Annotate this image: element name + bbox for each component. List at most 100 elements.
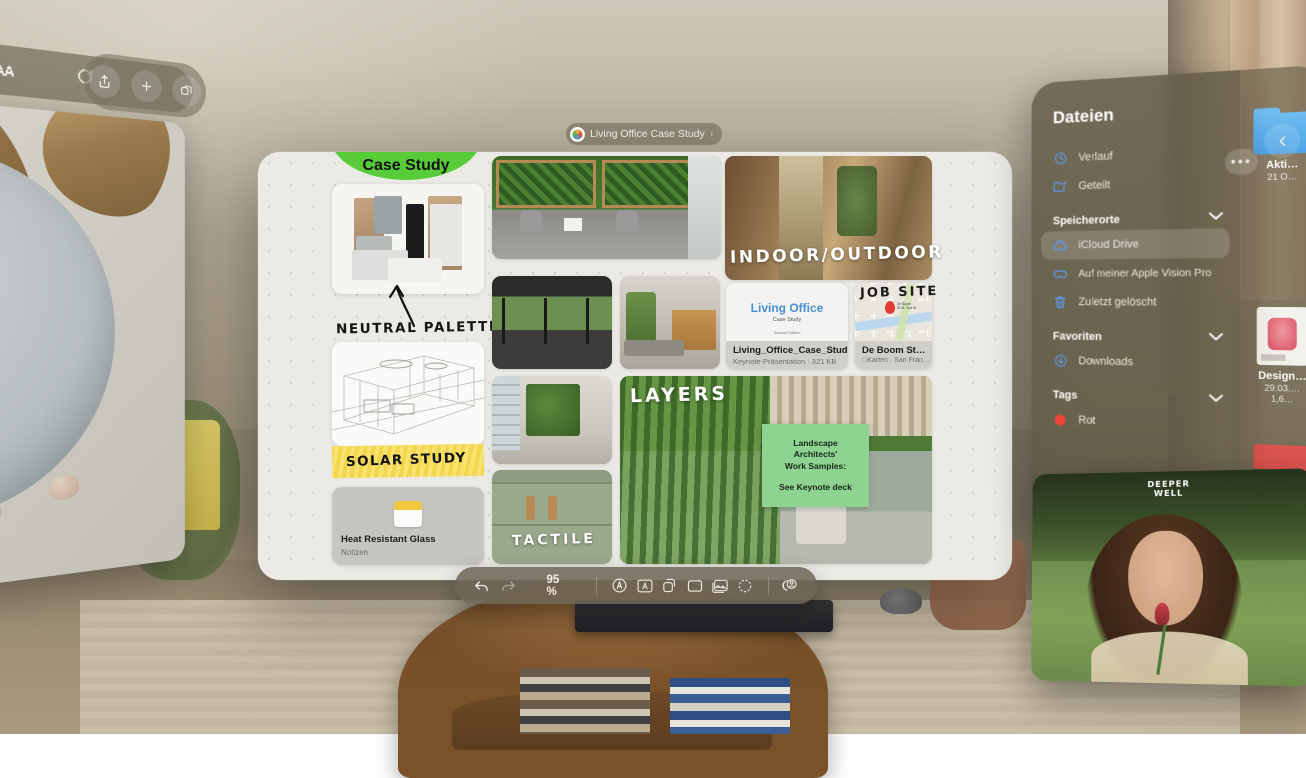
section-title: Speicherorte bbox=[1053, 214, 1120, 228]
collaborate-icon[interactable] bbox=[779, 577, 801, 594]
sidebar-item-downloads[interactable]: Downloads bbox=[1041, 346, 1229, 379]
sidebar-item-label: Verlauf bbox=[1078, 150, 1112, 164]
document-title: Living Office Case Study bbox=[590, 128, 705, 140]
tv-soundbar bbox=[575, 600, 833, 632]
photo-glass-pavilion[interactable] bbox=[492, 276, 612, 369]
zoom-level-label[interactable]: 95 % bbox=[547, 574, 566, 598]
swatch-grey bbox=[374, 196, 402, 234]
photo-green-wall-office[interactable] bbox=[492, 376, 612, 464]
sidebar-item-zuletzt-geloescht[interactable]: Zuletzt gelöscht bbox=[1041, 288, 1229, 318]
chevron-down-icon[interactable] bbox=[1209, 211, 1223, 224]
section-header-speicherorte[interactable]: Speicherorte bbox=[1053, 211, 1223, 227]
more-options-icon[interactable]: ••• bbox=[1225, 148, 1258, 175]
decorative-pebble bbox=[0, 501, 1, 527]
sidebar-item-label: Zuletzt gelöscht bbox=[1078, 296, 1156, 309]
chevron-down-icon[interactable] bbox=[1209, 393, 1223, 406]
chevron-right-icon[interactable]: › bbox=[710, 128, 714, 140]
speaker-puck bbox=[880, 588, 922, 614]
sidebar-item-tag-rot[interactable]: Rot bbox=[1041, 405, 1229, 441]
insert-icon[interactable] bbox=[733, 578, 758, 594]
case-study-blob[interactable]: Case Study bbox=[330, 152, 482, 180]
map-pin-icon bbox=[885, 301, 895, 314]
media-icon[interactable] bbox=[708, 577, 733, 594]
file-tile-meta-2: 1,6… bbox=[1249, 392, 1306, 405]
sidebar-item-label: iCloud Drive bbox=[1078, 238, 1138, 251]
safari-action-buttons bbox=[83, 51, 205, 120]
notes-card-app: Notizen bbox=[341, 548, 368, 557]
chevron-down-icon[interactable] bbox=[1209, 332, 1223, 345]
decorative-pebble bbox=[49, 474, 79, 501]
clock-icon bbox=[1053, 151, 1068, 167]
map-pin-label: De Boom St St, 2nd St bbox=[897, 302, 916, 310]
undo-icon[interactable] bbox=[471, 577, 492, 594]
photo-green-wall-lounge[interactable] bbox=[492, 156, 721, 259]
trash-icon bbox=[1053, 295, 1068, 310]
text-box-icon[interactable] bbox=[682, 578, 707, 594]
sticky-line-1: Landscape bbox=[793, 438, 837, 449]
share-icon[interactable] bbox=[89, 63, 120, 99]
keynote-file-card[interactable]: Living Office Case Study Second Edition … bbox=[726, 283, 848, 369]
neutral-palette-label: NEUTRAL PALETTE bbox=[336, 319, 500, 338]
files-window-title: Dateien bbox=[1053, 98, 1240, 129]
sidebar-item-vision-pro[interactable]: Auf meiner Apple Vision Pro bbox=[1041, 258, 1229, 288]
keynote-file-meta: Keynote-Präsentation · 321 KB bbox=[733, 357, 836, 366]
photo-tactile-cabinetry[interactable] bbox=[492, 470, 612, 564]
rose-bloom bbox=[1155, 603, 1170, 626]
map-file-name: De Boom St… bbox=[862, 345, 925, 356]
keynote-preview-title: Living Office bbox=[751, 301, 824, 315]
sticky-line-2: Architects' bbox=[794, 449, 838, 460]
cloud-icon bbox=[1053, 238, 1068, 253]
material-palette-card[interactable] bbox=[332, 184, 484, 294]
safari-web-page: nics bbox=[0, 87, 185, 609]
map-file-meta: Karten · San Fran… bbox=[862, 357, 930, 364]
redo-icon[interactable] bbox=[498, 577, 519, 594]
freeform-title-bar[interactable]: Living Office Case Study › bbox=[566, 123, 722, 145]
sidebar-item-geteilt[interactable]: Geteilt bbox=[1041, 166, 1229, 201]
shared-folder-icon bbox=[1053, 179, 1068, 195]
sidebar-item-label: Downloads bbox=[1078, 355, 1133, 368]
freeform-toolbar: 95 % bbox=[455, 567, 817, 604]
sidebar-item-label: Rot bbox=[1078, 414, 1095, 427]
media-player-window[interactable]: DEEPER WELL bbox=[1031, 468, 1306, 686]
job-site-label: JOB SITE bbox=[860, 284, 939, 301]
shapes-icon[interactable] bbox=[657, 577, 682, 594]
toolbar-separator-2 bbox=[768, 577, 769, 595]
tabs-icon[interactable] bbox=[172, 73, 201, 107]
section-title: Tags bbox=[1053, 389, 1077, 402]
swatch-white bbox=[430, 204, 462, 266]
toolbar-separator bbox=[596, 577, 597, 595]
swatch-marble bbox=[388, 258, 442, 282]
sidebar-item-label: Auf meiner Apple Vision Pro bbox=[1078, 267, 1211, 279]
section-header-favoriten[interactable]: Favoriten bbox=[1053, 330, 1223, 345]
text-size-button[interactable]: AA bbox=[0, 60, 14, 79]
photo-atrium-seating[interactable] bbox=[620, 276, 720, 369]
keynote-preview-subtitle: Case Study bbox=[773, 317, 801, 323]
sidebar-item-icloud-drive[interactable]: iCloud Drive bbox=[1041, 228, 1229, 260]
sidebar-item-label: Geteilt bbox=[1078, 179, 1110, 192]
red-dot-icon bbox=[1053, 412, 1068, 428]
notes-app-icon bbox=[394, 501, 422, 527]
notes-attachment-card[interactable]: Heat Resistant Glass Notizen bbox=[332, 487, 484, 565]
section-title: Favoriten bbox=[1053, 330, 1102, 343]
case-study-heading: Case Study bbox=[362, 157, 449, 175]
section-header-tags[interactable]: Tags bbox=[1053, 389, 1223, 407]
sticky-note[interactable]: Landscape Architects' Work Samples: See … bbox=[762, 424, 869, 507]
plus-icon[interactable] bbox=[131, 69, 161, 104]
file-tile-meta: 21 O… bbox=[1249, 170, 1306, 183]
book-stack-left bbox=[520, 668, 650, 734]
freeform-app-icon bbox=[570, 127, 585, 142]
sticky-line-4: See Keynote deck bbox=[779, 482, 852, 493]
vision-pro-icon bbox=[1053, 266, 1068, 281]
book-stack-right bbox=[670, 678, 790, 734]
download-icon bbox=[1053, 353, 1068, 368]
sticky-note-icon[interactable] bbox=[632, 578, 657, 594]
file-tile-image[interactable]: Design… 29.03.… 1,6… bbox=[1249, 307, 1306, 405]
sticky-line-3: Work Samples: bbox=[785, 461, 846, 472]
keynote-preview: Living Office Case Study Second Edition bbox=[726, 283, 848, 341]
isometric-sketch-card[interactable] bbox=[332, 342, 484, 446]
pen-tool-icon[interactable] bbox=[607, 577, 632, 594]
tactile-label: TACTILE bbox=[512, 531, 596, 549]
sketch-drawing bbox=[332, 342, 484, 446]
files-sidebar: ••• Dateien Verlauf Geteilt Speicherorte bbox=[1032, 70, 1241, 518]
freeform-canvas-window[interactable]: Case Study NEUTRAL PALETTE bbox=[258, 152, 1012, 580]
